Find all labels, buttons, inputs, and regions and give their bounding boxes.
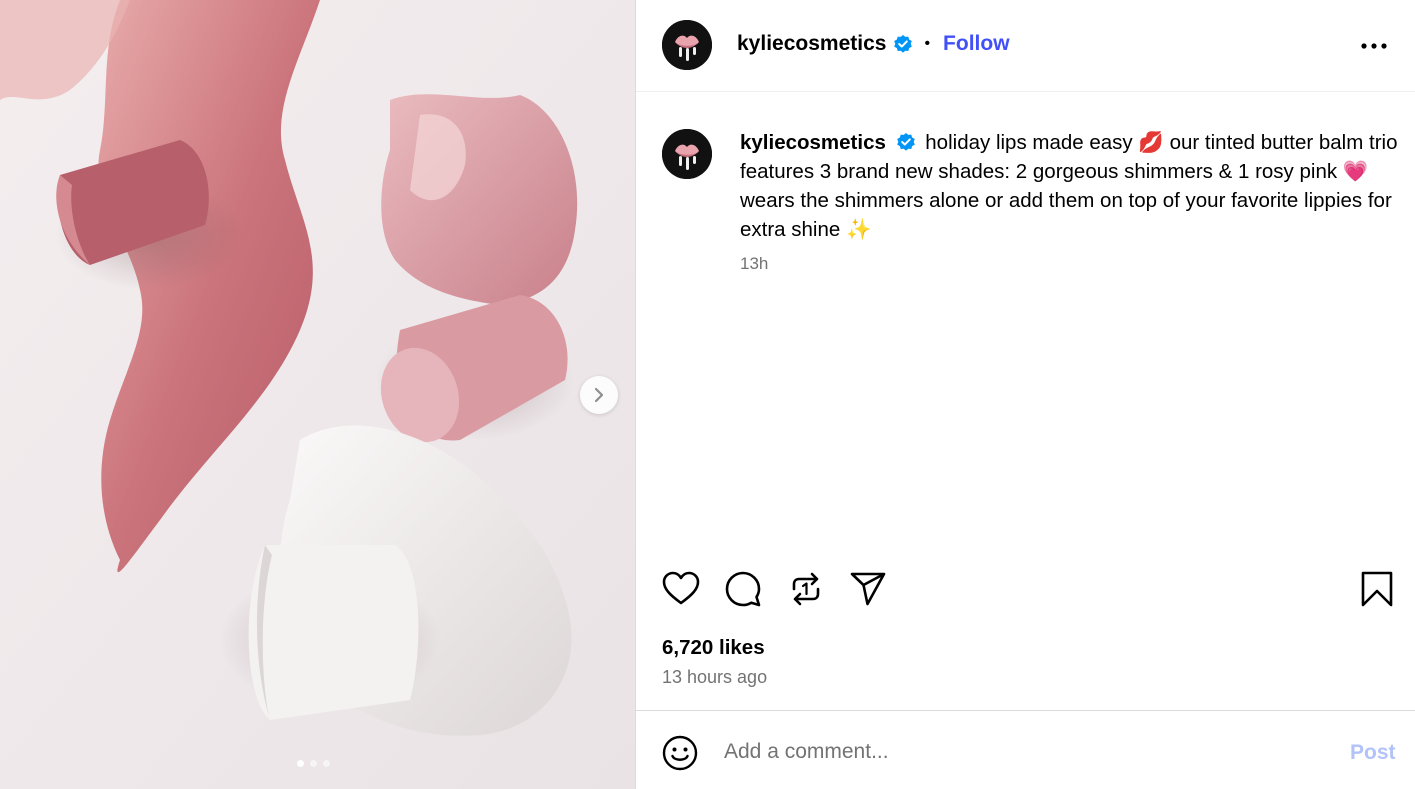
post-timestamp[interactable]: 13 hours ago [662, 667, 767, 688]
action-bar [636, 570, 1415, 610]
post-detail-panel: kyliecosmetics • Follow kyliecosmetics h… [635, 0, 1415, 789]
next-slide-button[interactable] [580, 376, 618, 414]
carousel-dot [310, 760, 317, 767]
comment-button[interactable] [724, 570, 762, 613]
avatar-logo [662, 20, 712, 70]
caption-avatar[interactable] [662, 129, 712, 179]
more-icon [1361, 43, 1387, 49]
save-button[interactable] [1358, 570, 1396, 613]
chevron-right-icon [594, 387, 604, 403]
post-media[interactable] [0, 0, 635, 789]
post-caption: kyliecosmetics holiday lips made easy 💋 … [740, 128, 1400, 244]
header-username[interactable]: kyliecosmetics [737, 32, 886, 56]
likes-count[interactable]: 6,720 likes [662, 636, 765, 660]
verified-badge-icon [894, 35, 913, 53]
separator-dot: • [924, 35, 931, 52]
comment-bar: Post [636, 710, 1415, 789]
more-options-button[interactable] [1360, 36, 1388, 61]
carousel-indicator [297, 760, 330, 767]
emoji-button[interactable] [662, 735, 698, 776]
caption-username[interactable]: kyliecosmetics [740, 131, 886, 154]
post-comment-button[interactable]: Post [1350, 741, 1396, 765]
avatar-logo [662, 129, 712, 179]
comment-input[interactable] [724, 735, 1244, 769]
share-button[interactable] [849, 570, 887, 613]
caption-timestamp[interactable]: 13h [740, 254, 768, 274]
verified-badge-icon [896, 133, 915, 151]
repost-button[interactable] [787, 570, 825, 613]
lipstick-photo [0, 0, 635, 789]
share-icon [850, 572, 886, 606]
heart-icon [662, 571, 700, 605]
bookmark-icon [1361, 571, 1393, 607]
post-header: kyliecosmetics • Follow [636, 0, 1415, 92]
comment-icon [725, 571, 761, 607]
like-button[interactable] [662, 570, 700, 613]
avatar[interactable] [662, 20, 712, 70]
carousel-dot [297, 760, 304, 767]
emoji-icon [662, 735, 698, 771]
carousel-dot [323, 760, 330, 767]
repost-icon [792, 572, 820, 606]
follow-button[interactable]: Follow [943, 32, 1010, 56]
